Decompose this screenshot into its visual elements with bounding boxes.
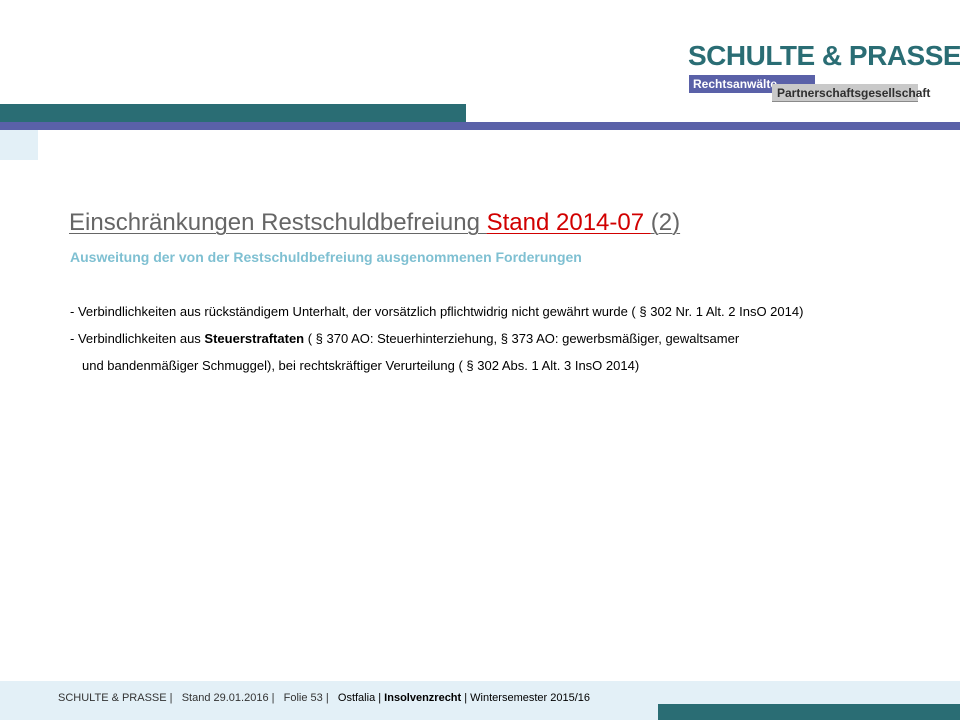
bullet-line-3: und bandenmäßiger Schmuggel), bei rechts…: [82, 358, 640, 373]
footer-semester: | Wintersemester 2015/16: [464, 692, 591, 704]
footer-course: Insolvenzrecht: [384, 692, 462, 704]
logo-subtitle-partnerschaft: Partnerschaftsgesellschaft: [772, 84, 930, 102]
header-band-blue: [0, 122, 960, 130]
footer-ostfalia: Ostfalia |: [337, 692, 382, 704]
bullet-line-2: - Verbindlichkeiten aus Steuerstraftaten…: [70, 330, 739, 348]
slide-subtitle: Ausweitung der von der Restschuldbefreiu…: [70, 249, 582, 265]
footer-firm: SCHULTE & PRASSE |: [58, 692, 173, 704]
logo: SCHULTE & PRASSE Rechtsanwälte Partnersc…: [688, 40, 960, 102]
slide-title: Einschränkungen Restschuldbefreiung Stan…: [69, 208, 680, 238]
corner-accent: [0, 130, 38, 160]
title-main: Einschränkungen Restschuldbefreiung: [69, 209, 487, 236]
line2-suffix: ( § 370 AO: Steuerhinterziehung, § 373 A…: [304, 331, 740, 346]
footer-stand: Stand 29.01.2016 |: [181, 692, 275, 704]
logo-title: SCHULTE & PRASSE: [688, 40, 960, 71]
footer-accent: [658, 704, 960, 720]
footer-folie: Folie 53 |: [283, 692, 329, 704]
title-number: (2): [650, 209, 681, 236]
line2-bold: Steuerstraftaten: [204, 331, 305, 346]
footer-text: SCHULTE & PRASSE | Stand 29.01.2016 | Fo…: [58, 691, 590, 705]
header-band-teal: [0, 104, 466, 122]
line2-prefix: - Verbindlichkeiten aus: [70, 331, 205, 346]
title-stand: Stand 2014-07: [486, 209, 651, 236]
bullet-line-1: - Verbindlichkeiten aus rückständigem Un…: [70, 304, 804, 319]
